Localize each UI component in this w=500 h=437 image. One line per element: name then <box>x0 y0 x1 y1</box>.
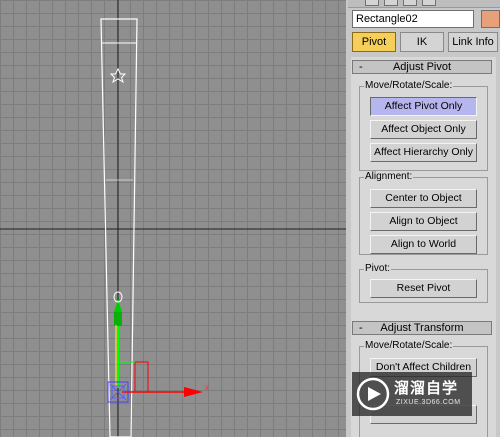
motion-tab-icon[interactable] <box>384 0 398 6</box>
center-to-object-button[interactable]: Center to Object <box>370 189 477 208</box>
hierarchy-tab-icon[interactable] <box>365 0 379 6</box>
affect-pivot-only-button[interactable]: Affect Pivot Only <box>370 97 477 116</box>
alignment-group: Alignment: Center to Object Align to Obj… <box>359 171 488 255</box>
object-name-field[interactable]: Rectangle02 <box>352 10 474 28</box>
watermark-logo-icon <box>356 377 390 411</box>
tab-link-info[interactable]: Link Info <box>448 32 498 52</box>
x-axis-label: x <box>205 383 209 392</box>
adjust-pivot-rollout-header[interactable]: - Adjust Pivot <box>352 60 492 74</box>
align-to-object-button[interactable]: Align to Object <box>370 212 477 231</box>
viewport-scene: x <box>0 0 346 437</box>
reset-pivot-button[interactable]: Reset Pivot <box>370 279 477 298</box>
align-to-world-button[interactable]: Align to World <box>370 235 477 254</box>
panel-tab-strip <box>348 0 500 8</box>
rollout-title: Adjust Pivot <box>392 61 452 73</box>
tab-pivot[interactable]: Pivot <box>352 32 396 52</box>
group-label: Move/Rotate/Scale: <box>364 340 454 352</box>
tab-ik[interactable]: IK <box>400 32 444 52</box>
adjust-transform-rollout-header[interactable]: - Adjust Transform <box>352 321 492 335</box>
watermark-title: 溜溜自学 <box>394 380 459 397</box>
display-tab-icon[interactable] <box>403 0 417 6</box>
affect-object-only-button[interactable]: Affect Object Only <box>370 120 477 139</box>
group-label: Move/Rotate/Scale: <box>364 80 454 92</box>
group-label: Alignment: <box>364 171 414 183</box>
affect-hierarchy-only-button[interactable]: Affect Hierarchy Only <box>370 143 477 162</box>
utilities-tab-icon[interactable] <box>422 0 436 6</box>
group-label: Pivot: <box>364 263 392 275</box>
perspective-viewport[interactable]: x <box>0 0 346 437</box>
rollout-title: Adjust Transform <box>380 322 464 334</box>
object-color-swatch[interactable] <box>481 10 500 28</box>
transform-gizmo[interactable] <box>107 291 203 403</box>
move-rotate-scale-group: Move/Rotate/Scale: Affect Pivot Only Aff… <box>359 80 488 171</box>
watermark-url: ZIXUE.3D66.COM <box>396 399 461 406</box>
watermark: 溜溜自学 ZIXUE.3D66.COM <box>352 372 472 416</box>
pivot-group: Pivot: Reset Pivot <box>359 263 488 303</box>
